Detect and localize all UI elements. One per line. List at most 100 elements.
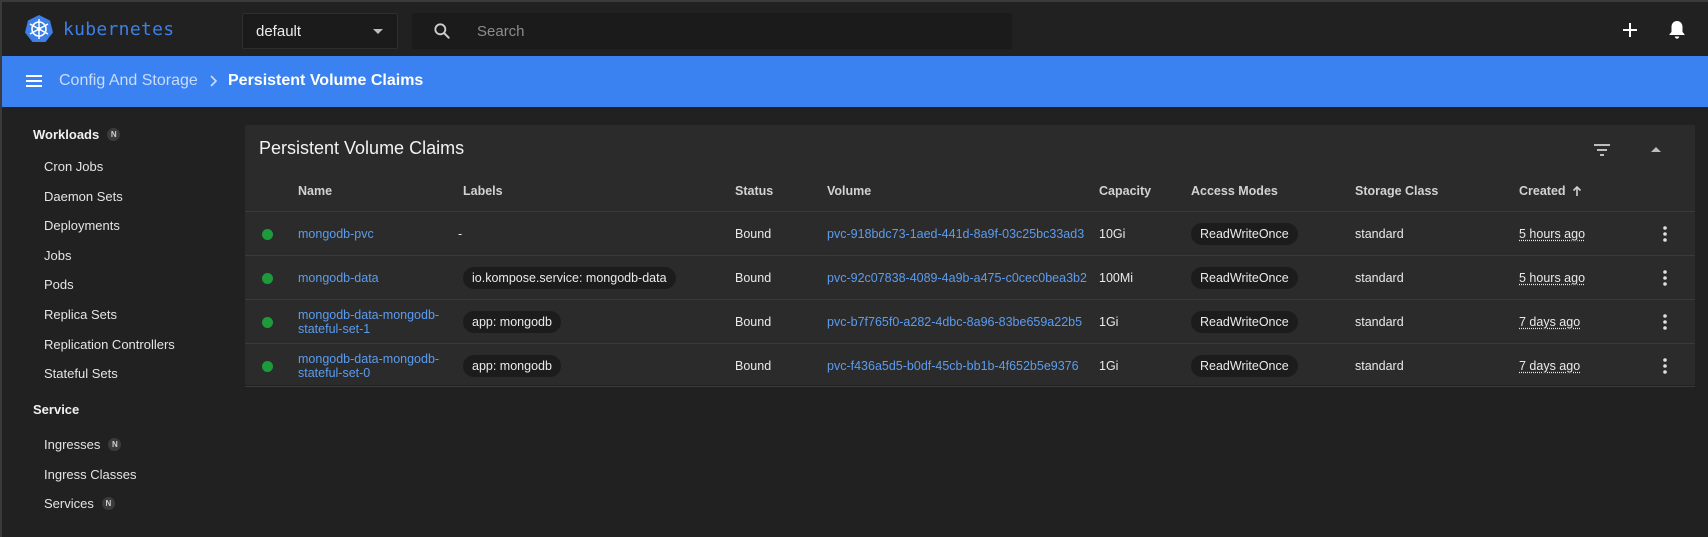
sidebar-section-service[interactable]: Service (33, 402, 79, 417)
namespace-select[interactable]: default (242, 13, 398, 49)
table-row[interactable]: mongodb-data io.kompose.service: mongodb… (245, 255, 1695, 299)
column-header-label: Volume (827, 184, 872, 198)
pvc-name-text: mongodb-data (298, 271, 379, 285)
search-icon (434, 23, 450, 39)
column-header-status[interactable]: Status (735, 184, 773, 198)
labels-text: - (458, 227, 463, 241)
card-title: Persistent Volume Claims (259, 138, 465, 158)
status-dot-icon (262, 361, 273, 372)
sidebar-item-cron-jobs[interactable]: Cron Jobs (44, 159, 103, 174)
column-header-label: Storage Class (1355, 184, 1439, 198)
pvc-name-link[interactable]: mongodb-data (298, 256, 379, 300)
app-logo[interactable]: kubernetes (24, 14, 174, 44)
table-row[interactable]: mongodb-pvc - Bound pvc-918bdc73-1aed-44… (245, 211, 1695, 255)
column-header-label: Labels (463, 184, 503, 198)
collapse-icon[interactable] (1645, 139, 1667, 161)
label-chip: io.kompose.service: mongodb-data (463, 267, 676, 289)
table-row[interactable]: mongodb-data-mongodb- stateful-set-1 app… (245, 299, 1695, 343)
add-icon[interactable] (1618, 18, 1642, 42)
namespaced-badge: N (108, 438, 122, 451)
status-dot-icon (262, 273, 273, 284)
status-text: Bound (735, 227, 772, 241)
capacity-cell: 1Gi (1099, 300, 1118, 344)
table-row[interactable]: mongodb-data-mongodb- stateful-set-0 app… (245, 343, 1695, 387)
sidebar-item-deployments[interactable]: Deployments (44, 218, 120, 233)
sidebar-item-pods[interactable]: Pods (44, 277, 74, 292)
labels-cell: app: mongodb (463, 344, 561, 388)
sidebar-item-label: Stateful Sets (44, 366, 118, 381)
volume-text: pvc-918bdc73-1aed-441d-8a9f-03c25bc33ad3 (827, 227, 1085, 241)
volume-link[interactable]: pvc-918bdc73-1aed-441d-8a9f-03c25bc33ad3 (827, 212, 1084, 256)
more-vert-icon[interactable] (1655, 268, 1675, 288)
column-header-access-modes[interactable]: Access Modes (1191, 184, 1278, 198)
column-header-labels[interactable]: Labels (463, 184, 503, 198)
sidebar-item-replica-sets[interactable]: Replica Sets (44, 307, 117, 322)
search-bar[interactable] (412, 13, 1012, 49)
created-cell: 5 hours ago (1519, 212, 1585, 256)
access-modes-cell: ReadWriteOnce (1191, 212, 1298, 256)
column-header-label: Status (735, 184, 774, 198)
storage-class-cell: standard (1355, 212, 1404, 256)
filter-icon[interactable] (1591, 139, 1613, 161)
volume-link[interactable]: pvc-f436a5d5-b0df-45cb-bb1b-4f652b5e9376 (827, 344, 1079, 388)
breadcrumb-current: Persistent Volume Claims (228, 72, 424, 89)
column-header-volume[interactable]: Volume (827, 184, 871, 198)
sidebar-item-ingresses[interactable]: Ingresses N (44, 437, 122, 452)
pvc-name-link[interactable]: mongodb-data-mongodb- stateful-set-0 (298, 344, 439, 388)
search-input[interactable] (477, 13, 997, 49)
pvc-list-card: Persistent Volume Claims Name Labels Sta… (245, 125, 1695, 387)
dropdown-caret-icon (373, 29, 383, 34)
status-text: Bound (735, 359, 772, 373)
sidebar-item-jobs[interactable]: Jobs (44, 248, 71, 263)
sidebar-section-workloads[interactable]: Workloads N (33, 127, 121, 142)
sidebar-item-label: Daemon Sets (44, 189, 123, 204)
sidebar-item-services[interactable]: Services N (44, 496, 115, 511)
volume-link[interactable]: pvc-b7f765f0-a282-4dbc-8a96-83be659a22b5 (827, 300, 1082, 344)
pvc-name-link[interactable]: mongodb-data-mongodb- stateful-set-1 (298, 300, 439, 344)
storage-class-cell: standard (1355, 300, 1404, 344)
volume-link[interactable]: pvc-92c07838-4089-4a9b-a475-c0cec0bea3b2 (827, 256, 1087, 300)
volume-text: pvc-b7f765f0-a282-4dbc-8a96-83be659a22b5 (827, 315, 1083, 329)
access-modes-cell: ReadWriteOnce (1191, 300, 1298, 344)
breadcrumb-parent-link[interactable]: Config And Storage (59, 72, 198, 90)
created-cell: 7 days ago (1519, 344, 1580, 388)
capacity-cell: 100Mi (1099, 256, 1133, 300)
column-header-storage-class[interactable]: Storage Class (1355, 184, 1438, 198)
sidebar-item-label: Jobs (44, 248, 72, 263)
menu-icon[interactable] (24, 71, 44, 91)
sidebar-item-label: Pods (44, 277, 74, 292)
column-header-name[interactable]: Name (298, 184, 332, 198)
pvc-name-link[interactable]: mongodb-pvc (298, 212, 374, 256)
capacity-cell: 1Gi (1099, 344, 1118, 388)
volume-text: pvc-f436a5d5-b0df-45cb-bb1b-4f652b5e9376 (827, 359, 1079, 373)
app-title: kubernetes (63, 18, 175, 40)
labels-cell: app: mongodb (463, 300, 561, 344)
namespaced-badge: N (107, 128, 121, 141)
sidebar-item-daemon-sets[interactable]: Daemon Sets (44, 189, 123, 204)
sidebar-item-stateful-sets[interactable]: Stateful Sets (44, 366, 118, 381)
created-time: 7 days ago (1519, 359, 1581, 373)
sidebar-item-replication-controllers[interactable]: Replication Controllers (44, 337, 175, 352)
sidebar-section-label: Service (33, 402, 80, 417)
created-cell: 5 hours ago (1519, 256, 1585, 300)
status-cell: Bound (735, 344, 771, 388)
column-header-label: Name (298, 184, 333, 198)
created-cell: 7 days ago (1519, 300, 1580, 344)
created-time: 5 hours ago (1519, 227, 1586, 241)
storage-class-text: standard (1355, 359, 1404, 373)
pvc-name-text: stateful-set-0 (298, 366, 371, 380)
more-vert-icon[interactable] (1655, 224, 1675, 244)
pvc-name-text: mongodb-data-mongodb- (298, 352, 440, 366)
more-vert-icon[interactable] (1655, 312, 1675, 332)
chevron-right-icon (210, 75, 218, 87)
sidebar-item-ingress-classes[interactable]: Ingress Classes (44, 467, 136, 482)
bell-icon[interactable] (1665, 18, 1689, 42)
label-chip: app: mongodb (463, 311, 561, 333)
storage-class-cell: standard (1355, 256, 1404, 300)
label-chip: app: mongodb (463, 355, 561, 377)
column-header-capacity[interactable]: Capacity (1099, 184, 1151, 198)
storage-class-text: standard (1355, 271, 1404, 285)
column-header-created[interactable]: Created (1519, 184, 1583, 198)
more-vert-icon[interactable] (1655, 356, 1675, 376)
kubernetes-logo-icon (25, 15, 53, 42)
